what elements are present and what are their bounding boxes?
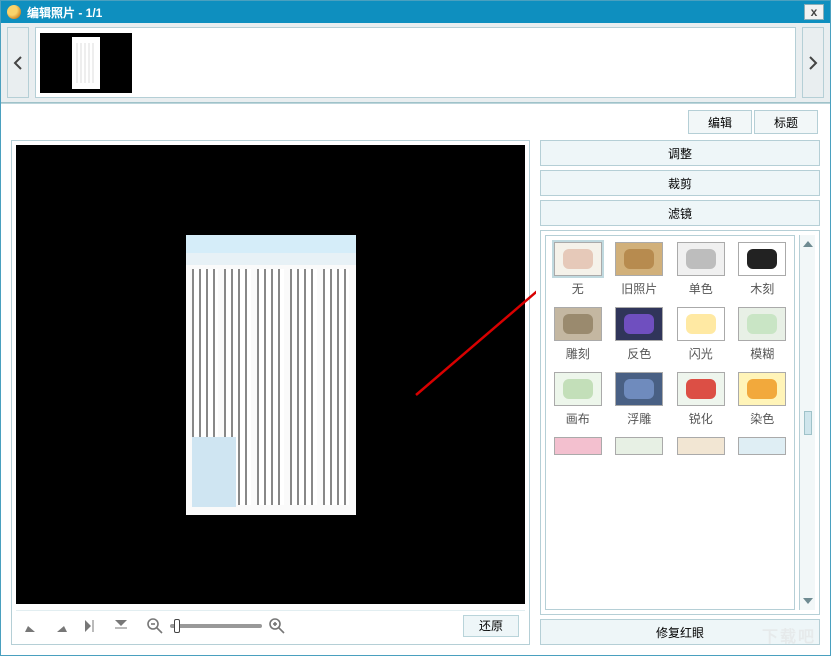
filter-panel: 无 旧照片 单色 木刻雕刻 反色 闪光 模糊画布 浮雕 锐化 染色 [540, 230, 820, 615]
filter-swatch [738, 307, 786, 341]
zoom-controls [146, 617, 286, 635]
filter-label: 单色 [689, 280, 713, 297]
filter-item-partial[interactable] [550, 437, 606, 455]
window-title: 编辑照片 - 1/1 [27, 4, 804, 21]
filter-swatch [677, 307, 725, 341]
filter-item-染色[interactable]: 染色 [735, 372, 791, 427]
filter-label: 无 [572, 280, 584, 297]
reset-button[interactable]: 还原 [463, 615, 519, 637]
filter-swatch [615, 242, 663, 276]
rotate-left-button[interactable] [22, 617, 40, 635]
section-adjust[interactable]: 调整 [540, 140, 820, 166]
thumbnail-item[interactable] [40, 33, 132, 93]
section-filter[interactable]: 滤镜 [540, 200, 820, 226]
flip-vertical-button[interactable] [112, 617, 130, 635]
next-thumb-button[interactable] [802, 27, 824, 98]
scroll-thumb[interactable] [804, 411, 812, 435]
chevron-right-icon [808, 56, 818, 70]
filter-swatch [677, 242, 725, 276]
filter-item-无[interactable]: 无 [550, 242, 606, 297]
filter-item-旧照片[interactable]: 旧照片 [612, 242, 668, 297]
filter-swatch [615, 372, 663, 406]
filter-item-模糊[interactable]: 模糊 [735, 307, 791, 362]
content-row: 还原 调整 裁剪 滤镜 无 旧照片 单色 木刻雕刻 反色 闪光 模糊画布 浮雕 锐化 染色 [11, 140, 820, 645]
main-body: 编辑 标题 [1, 103, 830, 655]
filter-label: 模糊 [750, 345, 774, 362]
filter-label: 浮雕 [627, 410, 651, 427]
filter-grid: 无 旧照片 单色 木刻雕刻 反色 闪光 模糊画布 浮雕 锐化 染色 [550, 242, 790, 455]
filter-swatch [615, 437, 663, 455]
filter-swatch [554, 307, 602, 341]
app-window: 编辑照片 - 1/1 x 编辑 标题 [0, 0, 831, 656]
zoom-in-button[interactable] [268, 617, 286, 635]
filter-item-木刻[interactable]: 木刻 [735, 242, 791, 297]
filter-item-单色[interactable]: 单色 [673, 242, 729, 297]
filter-swatch [677, 372, 725, 406]
scroll-up-button[interactable] [802, 237, 814, 251]
section-crop[interactable]: 裁剪 [540, 170, 820, 196]
filter-swatch [738, 372, 786, 406]
filter-swatch [738, 242, 786, 276]
filter-swatch [554, 437, 602, 455]
filter-label: 画布 [566, 410, 590, 427]
side-panel: 调整 裁剪 滤镜 无 旧照片 单色 木刻雕刻 反色 闪光 模糊画布 浮雕 锐化 染色 [540, 140, 820, 645]
filter-scrollbar[interactable] [799, 235, 815, 610]
filter-label: 反色 [627, 345, 651, 362]
zoom-slider-thumb[interactable] [174, 619, 180, 633]
filter-item-画布[interactable]: 画布 [550, 372, 606, 427]
scroll-down-button[interactable] [802, 594, 814, 608]
filter-item-partial[interactable] [612, 437, 668, 455]
tab-edit[interactable]: 编辑 [688, 110, 752, 134]
app-icon [7, 5, 21, 19]
thumbnail-track [35, 27, 796, 98]
filter-swatch [738, 437, 786, 455]
prev-thumb-button[interactable] [7, 27, 29, 98]
filter-item-浮雕[interactable]: 浮雕 [612, 372, 668, 427]
tab-title[interactable]: 标题 [754, 110, 818, 134]
filter-item-锐化[interactable]: 锐化 [673, 372, 729, 427]
preview-image [186, 235, 356, 515]
filter-swatch [615, 307, 663, 341]
filter-item-partial[interactable] [673, 437, 729, 455]
filter-swatch [677, 437, 725, 455]
filter-label: 闪光 [689, 345, 713, 362]
filter-item-partial[interactable] [735, 437, 791, 455]
filter-swatch [554, 372, 602, 406]
flip-horizontal-button[interactable] [82, 617, 100, 635]
thumbnail-strip [1, 23, 830, 103]
filter-label: 旧照片 [621, 280, 657, 297]
title-bar: 编辑照片 - 1/1 x [1, 1, 830, 23]
rotate-right-button[interactable] [52, 617, 70, 635]
chevron-left-icon [13, 56, 23, 70]
filter-item-闪光[interactable]: 闪光 [673, 307, 729, 362]
filter-grid-wrap: 无 旧照片 单色 木刻雕刻 反色 闪光 模糊画布 浮雕 锐化 染色 [545, 235, 795, 610]
zoom-slider[interactable] [170, 624, 262, 628]
filter-label: 锐化 [689, 410, 713, 427]
filter-item-雕刻[interactable]: 雕刻 [550, 307, 606, 362]
image-toolbar: 还原 [16, 610, 525, 640]
thumbnail-image [72, 37, 100, 89]
zoom-out-button[interactable] [146, 617, 164, 635]
preview-column: 还原 [11, 140, 530, 645]
filter-swatch [554, 242, 602, 276]
section-redeye[interactable]: 修复红眼 [540, 619, 820, 645]
mode-tabs: 编辑 标题 [686, 110, 818, 134]
filter-label: 染色 [750, 410, 774, 427]
image-canvas[interactable] [16, 145, 525, 604]
filter-label: 雕刻 [566, 345, 590, 362]
close-button[interactable]: x [804, 4, 824, 20]
filter-item-反色[interactable]: 反色 [612, 307, 668, 362]
filter-label: 木刻 [750, 280, 774, 297]
